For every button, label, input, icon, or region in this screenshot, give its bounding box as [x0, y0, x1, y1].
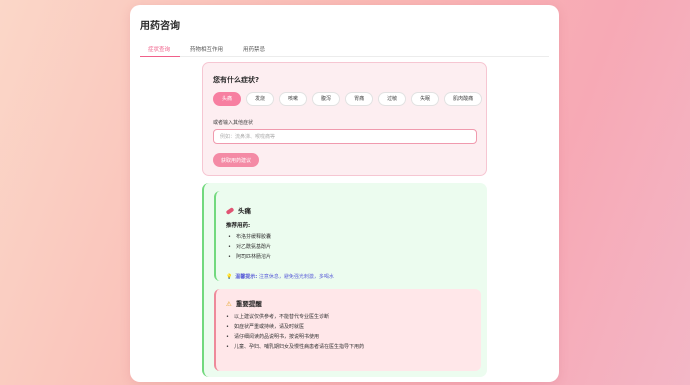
page-title: 用药咨询	[140, 21, 180, 32]
main-card: 用药咨询 症状查询 药物相互作用 用药禁忌 您有什么症状? 头痛 发烧 咳嗽 腹…	[130, 5, 559, 382]
symptom-section-title: 您有什么症状?	[213, 76, 260, 84]
warning-item: 请仔细阅读药品说明书，按说明书使用	[226, 332, 364, 342]
result-section: 头痛 推荐用药: 布洛芬缓释胶囊 对乙酰氨基酚片 阿司匹林肠溶片 💡温馨提示: …	[202, 183, 487, 377]
chip-allergy[interactable]: 过敏	[378, 92, 407, 106]
warning-item: 如症状严重或持续，请及时就医	[226, 322, 364, 332]
other-symptom-input[interactable]	[213, 129, 477, 144]
tab-bar: 症状查询 药物相互作用 用药禁忌	[140, 41, 549, 57]
tab-drug-interaction[interactable]: 药物相互作用	[180, 41, 233, 57]
symptom-chips: 头痛 发烧 咳嗽 腹泻 胃痛 过敏 失眠 肌肉酸痛	[213, 92, 483, 106]
tab-symptom-query[interactable]: 症状查询	[140, 41, 181, 57]
recommendation-subtitle: 推荐用药:	[226, 223, 251, 229]
chip-muscle-pain[interactable]: 肌肉酸痛	[444, 92, 483, 106]
warning-title-text: 重要提醒	[235, 300, 262, 308]
chip-stomachache[interactable]: 胃痛	[345, 92, 374, 106]
chip-insomnia[interactable]: 失眠	[411, 92, 440, 106]
pill-icon	[225, 207, 235, 215]
chip-diarrhea[interactable]: 腹泻	[312, 92, 341, 106]
tip-label: 温馨提示:	[235, 274, 258, 280]
get-advice-button[interactable]: 获取用药建议	[213, 153, 260, 167]
lightbulb-icon: 💡	[226, 274, 233, 280]
chip-fever[interactable]: 发烧	[246, 92, 275, 106]
warning-item: 以上建议仅供参考，不能替代专业医生诊断	[226, 312, 364, 322]
recommendation-title-text: 头痛	[238, 207, 251, 215]
warning-card: ⚠重要提醒 以上建议仅供参考，不能替代专业医生诊断 如症状严重或持续，请及时就医…	[214, 289, 481, 371]
tip-text: 注意休息，避免强光刺激，多喝水	[258, 274, 334, 280]
warning-item: 儿童、孕妇、哺乳期妇女及慢性病患者请在医生指导下用药	[226, 342, 364, 352]
recommendation-title: 头痛	[225, 205, 251, 215]
symptom-section: 您有什么症状? 头痛 发烧 咳嗽 腹泻 胃痛 过敏 失眠 肌肉酸痛 或者输入其他…	[202, 62, 487, 176]
warning-title: ⚠ 重要提醒	[226, 298, 262, 308]
medicine-list: 布洛芬缓释胶囊 对乙酰氨基酚片 阿司匹林肠溶片	[228, 232, 271, 262]
other-symptom-label: 或者输入其他症状	[213, 120, 254, 126]
medicine-item: 布洛芬缓释胶囊	[228, 232, 271, 242]
recommendation-card: 头痛 推荐用药: 布洛芬缓释胶囊 对乙酰氨基酚片 阿司匹林肠溶片 💡温馨提示: …	[214, 191, 481, 281]
warning-list: 以上建议仅供参考，不能替代专业医生诊断 如症状严重或持续，请及时就医 请仔细阅读…	[226, 312, 364, 352]
tip-row: 💡 温馨提示: 注意休息，避免强光刺激，多喝水	[226, 273, 334, 280]
chip-headache[interactable]: 头痛	[213, 92, 242, 106]
warning-icon: ⚠	[226, 300, 232, 308]
medicine-item: 阿司匹林肠溶片	[228, 252, 271, 262]
chip-cough[interactable]: 咳嗽	[279, 92, 308, 106]
medicine-item: 对乙酰氨基酚片	[228, 242, 271, 252]
tab-contraindications[interactable]: 用药禁忌	[233, 41, 275, 57]
